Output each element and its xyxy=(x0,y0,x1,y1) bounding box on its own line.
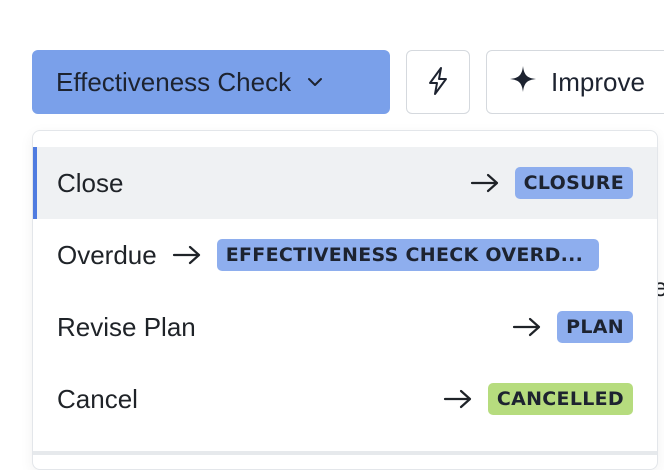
status-badge: CANCELLED xyxy=(487,383,633,415)
status-badge: EFFECTIVENESS CHECK OVERD... xyxy=(216,239,599,271)
status-dropdown-label: Effectiveness Check xyxy=(56,66,292,97)
automation-button[interactable] xyxy=(406,50,470,114)
arrow-right-icon xyxy=(511,315,543,339)
arrow-right-icon xyxy=(171,243,203,267)
improve-button[interactable]: Improve xyxy=(486,50,664,114)
menu-item-label: Revise Plan xyxy=(57,311,196,342)
status-badge: PLAN xyxy=(557,311,633,343)
sparkle-icon xyxy=(509,65,537,100)
menu-item-cancel[interactable]: Cancel CANCELLED xyxy=(33,363,657,435)
menu-divider xyxy=(33,451,657,455)
status-dropdown-button[interactable]: Effectiveness Check xyxy=(32,50,390,114)
arrow-right-icon xyxy=(469,171,501,195)
status-transition-menu: Close CLOSURE Overdue EFFECTIVENESS CHEC… xyxy=(32,130,658,470)
menu-item-overdue[interactable]: Overdue EFFECTIVENESS CHECK OVERD... xyxy=(33,219,657,291)
lightning-icon xyxy=(424,65,452,100)
menu-item-label: Cancel xyxy=(57,383,138,414)
improve-label: Improve xyxy=(551,66,645,97)
arrow-right-icon xyxy=(442,387,474,411)
menu-item-close[interactable]: Close CLOSURE xyxy=(33,147,657,219)
menu-item-label: Close xyxy=(57,167,124,198)
status-badge: CLOSURE xyxy=(514,167,633,199)
menu-item-label: Overdue xyxy=(57,239,157,270)
menu-item-revise-plan[interactable]: Revise Plan PLAN xyxy=(33,291,657,363)
chevron-down-icon xyxy=(305,72,325,92)
